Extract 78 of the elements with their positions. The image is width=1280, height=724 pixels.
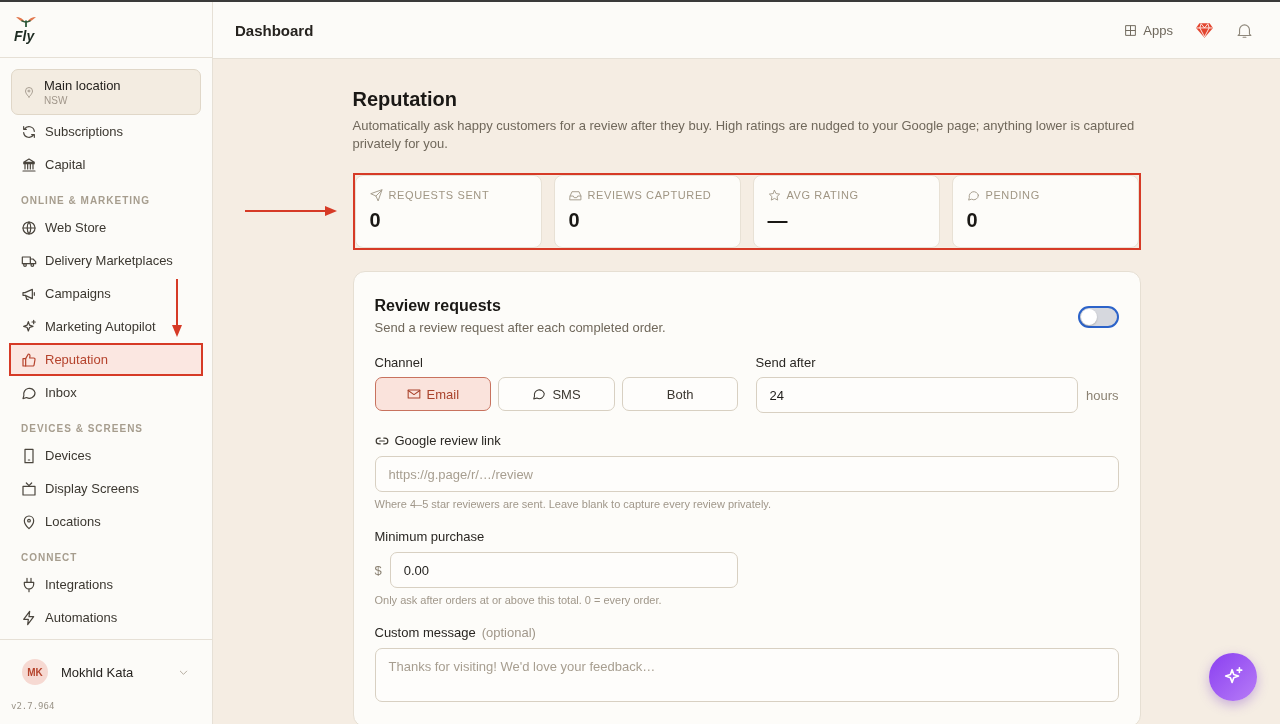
user-name[interactable]: Mokhld Kata <box>61 664 134 680</box>
sidebar-item[interactable]: Capital <box>9 148 203 181</box>
bank-icon <box>21 156 37 173</box>
plug-icon <box>21 576 37 593</box>
section-heading: CONNECT <box>20 551 79 565</box>
annotation-arrow <box>171 279 183 337</box>
tablet-icon <box>21 447 37 464</box>
toggle-switch[interactable] <box>1077 305 1119 328</box>
stat-label: AVG RATING <box>786 188 859 202</box>
minimum-purchase-field[interactable]: 0.00 <box>389 552 738 588</box>
gem-icon[interactable] <box>1196 22 1213 38</box>
section-heading: DEVICES & SCREENS <box>20 422 145 436</box>
send-after-field[interactable]: 24 <box>755 377 1078 413</box>
sidebar-item[interactable]: Integrations <box>9 568 203 601</box>
stat-value: 0 <box>568 208 581 232</box>
channel-button[interactable]: Both <box>621 377 739 411</box>
apps-button[interactable]: Apps <box>1124 22 1173 38</box>
star-icon <box>767 188 781 202</box>
logo-text: Fly <box>14 29 35 43</box>
thumbs-up-icon <box>21 351 37 368</box>
field-label: Custom message <box>374 625 476 641</box>
stat-label: PENDING <box>985 188 1040 202</box>
google-link-field[interactable]: https://g.page/r/…/review <box>374 456 1119 492</box>
help-text: Where 4–5 star reviewers are sent. Leave blank to capture every review privately. <box>374 497 772 511</box>
page-title: Reputation <box>352 87 458 111</box>
stat-value: 0 <box>369 208 382 232</box>
mail-icon <box>406 387 421 401</box>
field-label: Channel <box>374 355 424 371</box>
location-selector[interactable]: Main location NSW <box>11 69 201 115</box>
sidebar-item[interactable]: Campaigns <box>9 277 203 310</box>
field-label: Google review link <box>394 433 501 449</box>
channel-button[interactable]: Email <box>374 377 492 411</box>
stat-label: REVIEWS CAPTURED <box>587 188 712 202</box>
optional-hint: (optional) <box>481 625 536 641</box>
user-avatar[interactable]: MK <box>22 659 48 685</box>
sidebar-item[interactable]: Devices <box>9 439 203 472</box>
lightning-icon <box>21 609 37 626</box>
location-pin-icon <box>21 513 37 530</box>
card-title: Review requests <box>374 296 502 316</box>
grid-icon <box>1124 23 1138 37</box>
channel-button[interactable]: SMS <box>498 377 615 411</box>
bell-icon[interactable] <box>1236 21 1253 39</box>
currency-symbol: $ <box>374 562 382 578</box>
location-region: NSW <box>44 93 69 107</box>
tv-icon <box>21 480 37 497</box>
stat-value: 0 <box>966 208 979 232</box>
sidebar-item[interactable]: Web Store <box>9 211 203 244</box>
stat-label: REQUESTS SENT <box>388 188 490 202</box>
refresh-icon <box>21 123 37 140</box>
bird-logo-icon <box>16 16 36 27</box>
version-label: v2.7.964 <box>11 701 56 711</box>
sparkle-icon <box>21 318 37 335</box>
chat-bubble-icon <box>966 188 980 202</box>
field-label: Minimum purchase <box>374 529 485 545</box>
globe-icon <box>21 219 37 236</box>
sidebar-item[interactable]: Display Screens <box>9 472 203 505</box>
sidebar-item[interactable]: Locations <box>9 505 203 538</box>
location-pin-icon <box>23 86 35 98</box>
section-heading: ONLINE & MARKETING <box>20 194 152 208</box>
stat-value: — <box>767 208 789 232</box>
help-text: Only ask after orders at or above this total. 0 = every order. <box>374 593 662 607</box>
sidebar-item[interactable]: Automations <box>9 601 203 634</box>
chat-bubble-icon <box>532 387 547 401</box>
sidebar-item[interactable]: Reputation <box>9 343 203 376</box>
page-heading: Dashboard <box>235 21 314 39</box>
custom-message-field[interactable]: Thanks for visiting! We'd love your feedback… <box>374 648 1119 702</box>
unit-label: hours <box>1085 387 1119 403</box>
location-name: Main location <box>44 77 121 94</box>
card-subtitle: Send a review request after each completed order. <box>374 319 666 337</box>
send-icon <box>369 188 383 202</box>
sidebar-item[interactable]: Marketing Autopilot <box>9 310 203 343</box>
inbox-icon <box>568 188 582 202</box>
page-description: Automatically ask happy customers for a review after they buy. High ratings are nudged to your Google page; anything lower is captured privately for you. <box>352 117 1136 153</box>
sidebar-item[interactable]: Inbox <box>9 376 203 409</box>
sidebar-item[interactable]: Delivery Marketplaces <box>9 244 203 277</box>
link-icon <box>374 434 389 448</box>
field-label: Send after <box>755 355 817 371</box>
sidebar-item[interactable]: Subscriptions <box>9 115 203 148</box>
